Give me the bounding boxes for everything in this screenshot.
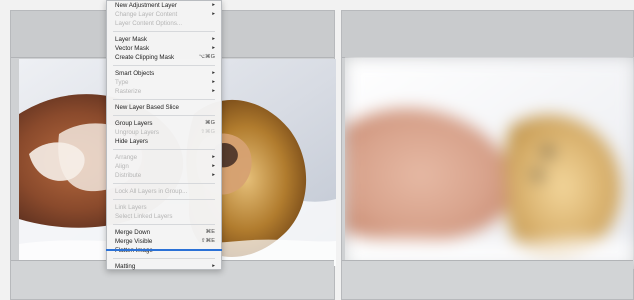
menu-separator: [113, 31, 215, 32]
chevron-right-icon: ▸: [212, 172, 215, 178]
menu-item-label: Lock All Layers in Group...: [115, 188, 188, 195]
menu-item-shortcut: ⇧⌘E: [200, 238, 215, 244]
menu-item-shortcut: ⌘E: [205, 229, 215, 235]
chevron-right-icon: ▸: [212, 88, 215, 94]
right-document-panel: [341, 10, 634, 300]
menu-separator: [113, 258, 215, 259]
right-panel-bottom-strip: [342, 260, 633, 299]
menu-item: Layer Content Options...: [107, 19, 221, 28]
chevron-right-icon: ▸: [212, 79, 215, 85]
menu-item-label: Smart Objects: [115, 70, 155, 77]
menu-item[interactable]: Smart Objects ▸: [107, 69, 221, 78]
menu-item[interactable]: New Adjustment Layer ▸: [107, 1, 221, 10]
menu-highlight-line: [106, 249, 222, 251]
menu-item-label: Group Layers: [115, 120, 153, 127]
menu-item[interactable]: New Layer Based Slice: [107, 103, 221, 112]
menu-item-label: Merge Down: [115, 229, 151, 236]
menu-item-label: Arrange: [115, 154, 138, 161]
menu-item-shortcut: ⌘G: [205, 120, 215, 126]
menu-item-label: Distribute: [115, 172, 142, 179]
right-panel-top-strip: [342, 11, 633, 58]
chevron-right-icon: ▸: [212, 163, 215, 169]
menu-item: Link Layers: [107, 203, 221, 212]
menu-item-shortcut: ⌥⌘G: [198, 54, 215, 60]
menu-item[interactable]: Layer Mask ▸: [107, 35, 221, 44]
menu-item: Change Layer Content ▸: [107, 10, 221, 19]
chevron-right-icon: ▸: [212, 11, 215, 17]
chevron-right-icon: ▸: [212, 70, 215, 76]
right-photo: [345, 57, 634, 269]
menu-item-label: Ungroup Layers: [115, 129, 160, 136]
layer-menu-list: New Adjustment Layer ▸ Change Layer Conten…: [107, 1, 221, 271]
menu-separator: [113, 224, 215, 225]
menu-item: Distribute ▸: [107, 171, 221, 180]
menu-separator: [113, 149, 215, 150]
layer-menu-dropdown: New Adjustment Layer ▸ Change Layer Conten…: [106, 0, 222, 270]
chevron-right-icon: ▸: [212, 45, 215, 51]
menu-item-label: New Adjustment Layer: [115, 2, 177, 9]
menu-item-label: Matting: [115, 263, 136, 270]
chevron-right-icon: ▸: [212, 154, 215, 160]
menu-separator: [113, 199, 215, 200]
menu-item-label: Align: [115, 163, 129, 170]
menu-item[interactable]: Hide Layers: [107, 137, 221, 146]
menu-item: Arrange ▸: [107, 153, 221, 162]
menu-separator: [113, 99, 215, 100]
canvas-workspace: New Adjustment Layer ▸ Change Layer Conten…: [0, 0, 634, 300]
chevron-right-icon: ▸: [212, 263, 215, 269]
menu-item-label: Hide Layers: [115, 138, 149, 145]
menu-item-label: Layer Content Options...: [115, 20, 183, 27]
menu-item[interactable]: Vector Mask ▸: [107, 44, 221, 53]
menu-item: Rasterize ▸: [107, 87, 221, 96]
menu-separator: [113, 183, 215, 184]
menu-separator: [113, 65, 215, 66]
menu-item-label: Create Clipping Mask: [115, 54, 175, 61]
menu-item[interactable]: Group Layers ⌘G: [107, 119, 221, 128]
chevron-right-icon: ▸: [212, 36, 215, 42]
menu-item-label: Select Linked Layers: [115, 213, 173, 220]
menu-item-shortcut: ⇧⌘G: [200, 129, 215, 135]
menu-item-label: Type: [115, 79, 129, 86]
menu-item-label: Link Layers: [115, 204, 147, 211]
menu-item-label: Merge Visible: [115, 238, 153, 245]
menu-item[interactable]: Merge Down ⌘E: [107, 228, 221, 237]
menu-item[interactable]: Create Clipping Mask ⌥⌘G: [107, 53, 221, 62]
menu-item: Ungroup Layers ⇧⌘G: [107, 128, 221, 137]
menu-item[interactable]: Matting ▸: [107, 262, 221, 271]
menu-separator: [113, 115, 215, 116]
chevron-right-icon: ▸: [212, 2, 215, 8]
menu-item: Type ▸: [107, 78, 221, 87]
menu-item: Align ▸: [107, 162, 221, 171]
menu-item-label: Change Layer Content: [115, 11, 178, 18]
menu-item: Lock All Layers in Group...: [107, 187, 221, 196]
menu-item-label: New Layer Based Slice: [115, 104, 179, 111]
menu-item: Select Linked Layers: [107, 212, 221, 221]
menu-item-label: Vector Mask: [115, 45, 150, 52]
menu-item-label: Layer Mask: [115, 36, 147, 43]
right-photo-art: [345, 57, 634, 269]
menu-item-label: Rasterize: [115, 88, 142, 95]
menu-item[interactable]: Merge Visible ⇧⌘E: [107, 237, 221, 246]
